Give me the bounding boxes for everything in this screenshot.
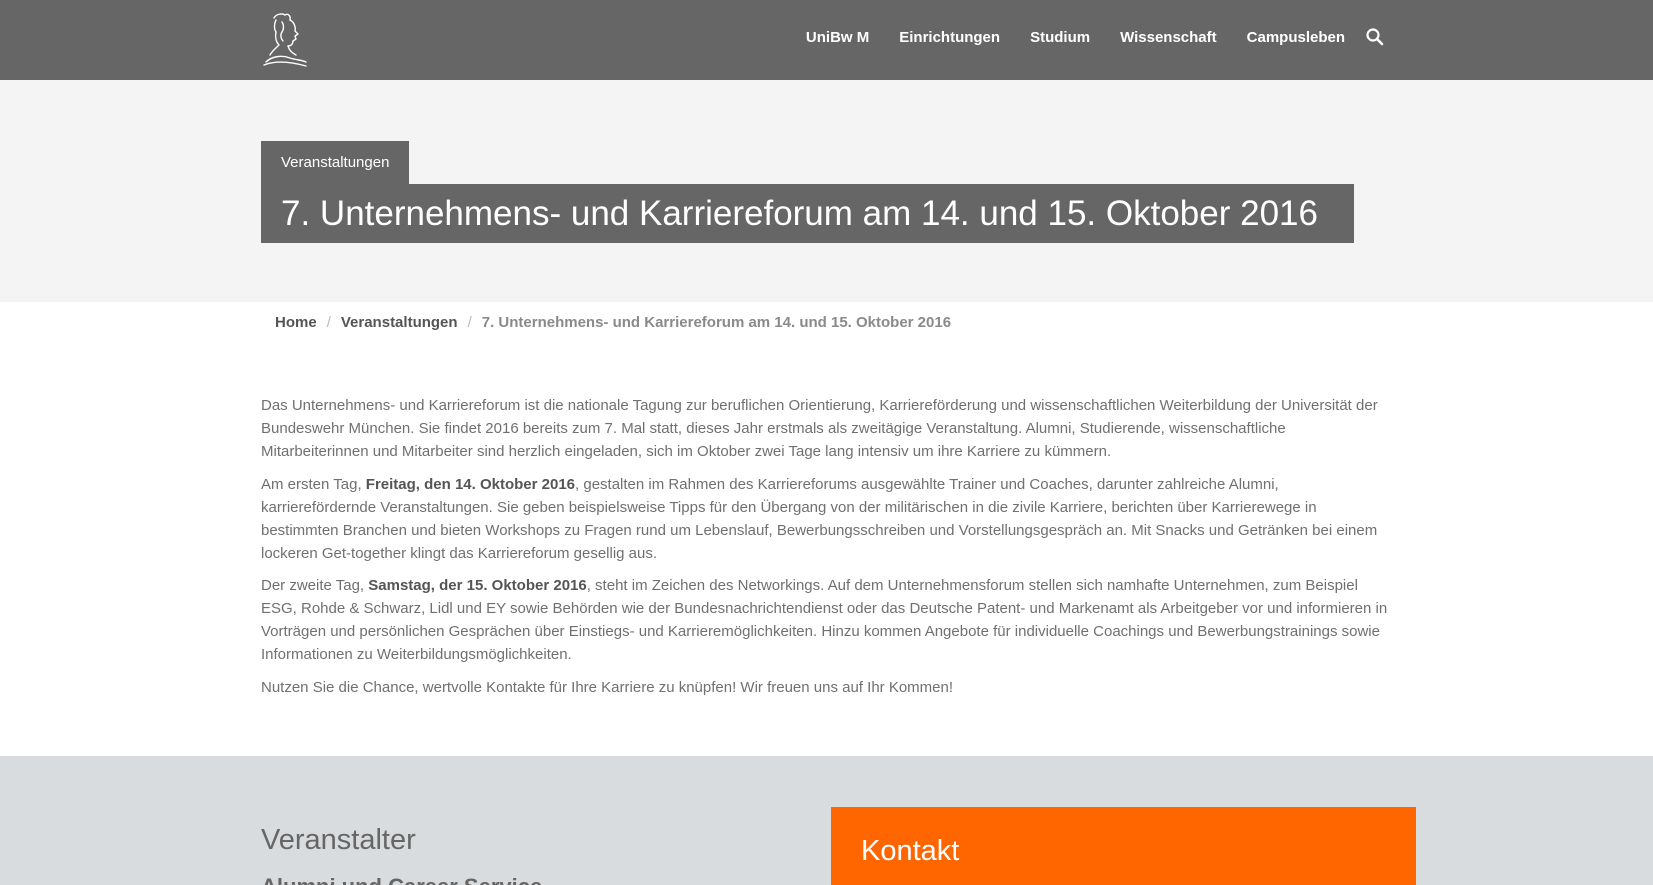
paragraph-text: Am ersten Tag, xyxy=(261,475,366,493)
minerva-head-icon xyxy=(263,13,307,67)
paragraph-closing: Nutzen Sie die Chance, wertvolle Kontakt… xyxy=(261,678,954,696)
minerva-head-logo[interactable] xyxy=(260,10,310,68)
breadcrumb: Home / Veranstaltungen / 7. Unternehmens… xyxy=(275,314,951,331)
breadcrumb-veranstaltungen[interactable]: Veranstaltungen xyxy=(341,314,458,331)
nav-item-unibw[interactable]: UniBw M xyxy=(806,29,869,46)
organizer-name: Alumni und Career Service xyxy=(261,874,542,885)
paragraph-day-one: Am ersten Tag, Freitag, den 14. Oktober … xyxy=(261,473,1391,565)
category-tab[interactable]: Veranstaltungen xyxy=(261,141,410,184)
breadcrumb-current: 7. Unternehmens- und Karriereforum am 14… xyxy=(481,314,952,331)
nav-item-wissenschaft[interactable]: Wissenschaft xyxy=(1120,29,1217,46)
breadcrumb-home[interactable]: Home xyxy=(275,314,317,331)
contact-heading: Kontakt xyxy=(861,835,960,867)
contact-box: Kontakt xyxy=(831,807,1416,885)
paragraph-day-two: Der zweite Tag, Samstag, der 15. Oktober… xyxy=(261,574,1391,666)
date-day-two: Samstag, der 15. Oktober 2016 xyxy=(368,577,587,594)
main-navigation: UniBw M Einrichtungen Studium Wissenscha… xyxy=(776,27,1385,47)
nav-item-einrichtungen[interactable]: Einrichtungen xyxy=(899,29,1000,46)
date-day-one: Freitag, den 14. Oktober 2016 xyxy=(365,475,576,493)
search-icon[interactable] xyxy=(1365,27,1385,47)
breadcrumb-separator: / xyxy=(326,314,331,331)
nav-item-studium[interactable]: Studium xyxy=(1030,29,1090,46)
paragraph-intro: Das Unternehmens- und Karriereforum ist … xyxy=(261,397,1378,460)
organizer-heading: Veranstalter xyxy=(261,824,416,856)
article-body: Das Unternehmens- und Karriereforum ist … xyxy=(261,394,1391,708)
nav-item-campusleben[interactable]: Campusleben xyxy=(1247,29,1345,46)
breadcrumb-separator: / xyxy=(467,314,472,331)
event-footer: Veranstalter Alumni und Career Service K… xyxy=(0,756,1653,885)
site-header: UniBw M Einrichtungen Studium Wissenscha… xyxy=(0,0,1653,80)
page-title: 7. Unternehmens- und Karriereforum am 14… xyxy=(261,184,1354,243)
paragraph-text: Der zweite Tag, xyxy=(261,577,369,594)
